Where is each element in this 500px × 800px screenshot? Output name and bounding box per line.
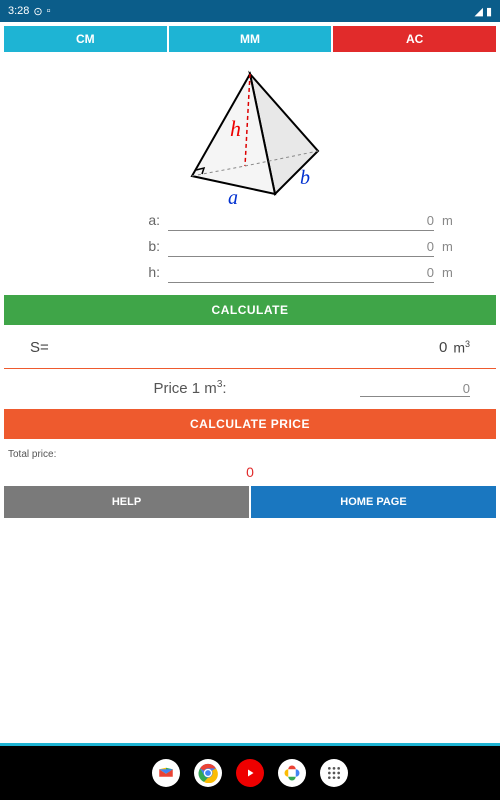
tab-ac[interactable]: AC: [333, 26, 496, 52]
diagram-label-b: b: [300, 167, 310, 189]
gmail-icon[interactable]: [152, 759, 180, 787]
home-button[interactable]: HOME PAGE: [251, 486, 496, 518]
result-row: S= 0 m3: [0, 331, 500, 364]
pyramid-diagram: h a b: [0, 56, 500, 211]
price-row: Price 1 m3:: [0, 373, 500, 403]
divider: [4, 368, 496, 369]
unit-b: m: [442, 239, 460, 254]
result-unit: m3: [453, 339, 470, 356]
help-button[interactable]: HELP: [4, 486, 249, 518]
input-a[interactable]: [168, 211, 434, 231]
status-time: 3:28: [8, 5, 29, 17]
calculate-price-button[interactable]: CALCULATE PRICE: [4, 409, 496, 439]
footer-accent: [0, 743, 500, 746]
status-doc-icon: ▫: [47, 5, 51, 17]
diagram-label-a: a: [228, 187, 238, 206]
tab-cm[interactable]: CM: [4, 26, 167, 52]
input-h[interactable]: [168, 263, 434, 283]
status-bar: 3:28 ⊙ ▫ ◢ ▮: [0, 0, 500, 22]
price-label: Price 1 m3:: [30, 379, 350, 397]
unit-h: m: [442, 265, 460, 280]
label-b: b:: [140, 238, 160, 254]
label-a: a:: [140, 212, 160, 228]
tab-mm[interactable]: MM: [169, 26, 332, 52]
youtube-icon[interactable]: [236, 759, 264, 787]
total-price-value: 0: [0, 460, 500, 486]
total-price-label: Total price:: [0, 445, 500, 460]
signal-icon: ◢: [474, 5, 482, 18]
status-clock-icon: ⊙: [33, 5, 42, 18]
chrome-icon[interactable]: [194, 759, 222, 787]
price-input[interactable]: [360, 381, 470, 397]
apps-icon[interactable]: [320, 759, 348, 787]
calculate-button[interactable]: CALCULATE: [4, 295, 496, 325]
unit-a: m: [442, 213, 460, 228]
label-h: h:: [140, 264, 160, 280]
diagram-label-h: h: [230, 116, 241, 141]
input-b[interactable]: [168, 237, 434, 257]
result-label: S=: [30, 339, 120, 356]
photos-icon[interactable]: [278, 759, 306, 787]
battery-icon: ▮: [486, 5, 492, 18]
result-value: 0: [120, 339, 453, 356]
dimension-inputs: a: m b: m h: m: [0, 211, 500, 289]
unit-tabs: CM MM AC: [0, 22, 500, 56]
system-nav-bar: [0, 746, 500, 800]
